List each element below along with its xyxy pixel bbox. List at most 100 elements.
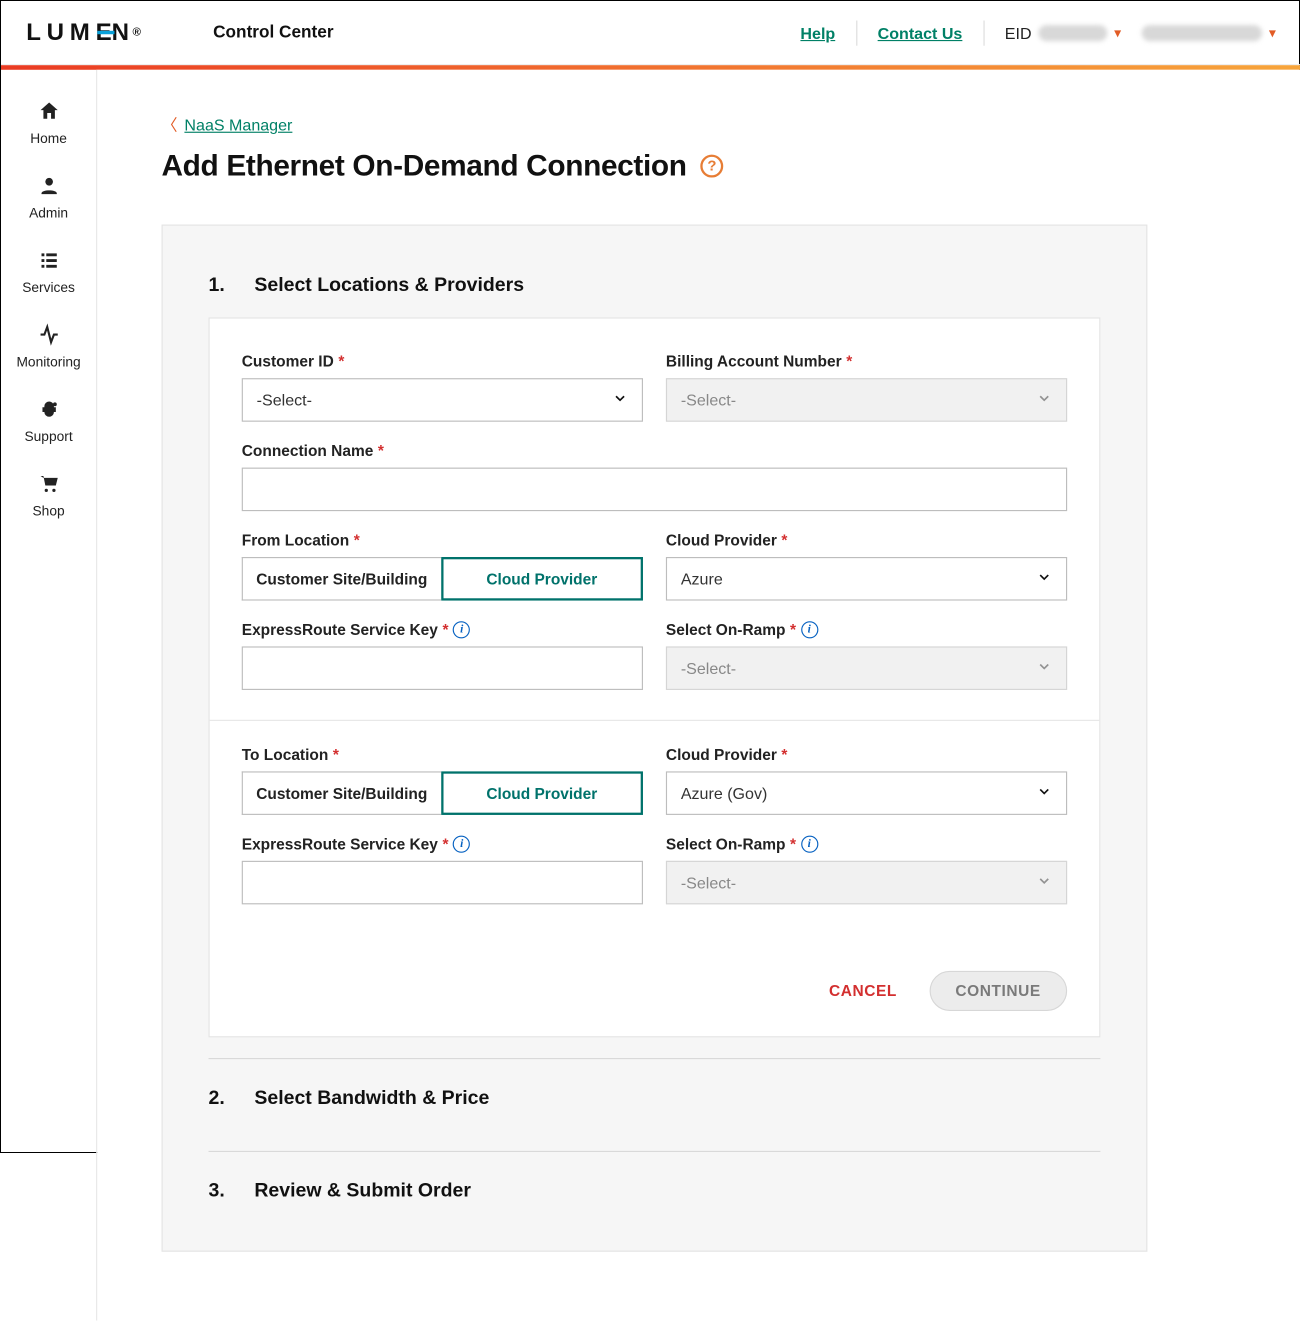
- section-divider: [210, 720, 1100, 721]
- to-location-cloud-button[interactable]: Cloud Provider: [441, 771, 643, 815]
- connection-name-input[interactable]: [257, 469, 1025, 510]
- nav-support-label: Support: [24, 429, 72, 445]
- to-provider-select[interactable]: Azure (Gov): [666, 771, 1067, 815]
- eid-value-redacted: [1038, 25, 1107, 41]
- required-marker: *: [846, 353, 852, 370]
- chevron-down-icon: [1036, 783, 1052, 802]
- eid-label: EID: [1005, 23, 1032, 41]
- required-marker: *: [442, 836, 448, 853]
- topbar: LUMEN® Control Center Help Contact Us EI…: [1, 1, 1300, 65]
- from-location-toggle: Customer Site/Building Cloud Provider: [242, 557, 643, 601]
- from-onramp-label: Select On-Ramp: [666, 621, 786, 638]
- nav-home-label: Home: [30, 131, 67, 147]
- from-key-input-wrap: [242, 646, 643, 690]
- field-to-onramp: Select On-Ramp * i -Select-: [666, 836, 1067, 905]
- nav-support[interactable]: Support: [1, 384, 96, 459]
- from-provider-select[interactable]: Azure: [666, 557, 1067, 601]
- to-provider-label: Cloud Provider: [666, 746, 777, 763]
- step1-title: Select Locations & Providers: [254, 274, 524, 297]
- nav-services[interactable]: Services: [1, 235, 96, 310]
- account-menu[interactable]: ▾: [1142, 25, 1276, 41]
- to-onramp-select[interactable]: -Select-: [666, 861, 1067, 905]
- to-location-site-button[interactable]: Customer Site/Building: [242, 771, 441, 815]
- customer-id-value: -Select-: [257, 391, 312, 409]
- cancel-button[interactable]: CANCEL: [829, 982, 897, 999]
- info-icon[interactable]: i: [453, 836, 470, 853]
- separator: [856, 20, 857, 45]
- chevron-down-icon: ▾: [1114, 25, 1121, 41]
- cart-icon: [37, 472, 60, 498]
- step1-panel: Customer ID * -Select-: [208, 317, 1100, 1037]
- contact-link[interactable]: Contact Us: [878, 23, 963, 41]
- field-customer-id: Customer ID * -Select-: [242, 353, 643, 422]
- required-marker: *: [442, 621, 448, 638]
- connection-name-input-wrap: [242, 468, 1067, 512]
- field-to-key: ExpressRoute Service Key * i: [242, 836, 643, 905]
- help-icon[interactable]: ?: [700, 154, 723, 177]
- info-icon[interactable]: i: [801, 621, 818, 638]
- to-provider-value: Azure (Gov): [681, 784, 768, 802]
- chevron-down-icon: ▾: [1269, 25, 1276, 41]
- to-onramp-label: Select On-Ramp: [666, 836, 786, 853]
- nav-monitoring-label: Monitoring: [16, 354, 80, 370]
- user-icon: [37, 174, 60, 200]
- nav-services-label: Services: [22, 280, 75, 296]
- field-ban: Billing Account Number * -Select-: [666, 353, 1067, 422]
- step1-header: 1. Select Locations & Providers: [208, 274, 1100, 318]
- to-key-input[interactable]: [257, 862, 601, 903]
- nav-monitoring[interactable]: Monitoring: [1, 309, 96, 384]
- nav-home[interactable]: Home: [1, 86, 96, 161]
- step3-header[interactable]: 3. Review & Submit Order: [208, 1151, 1100, 1223]
- required-marker: *: [354, 532, 360, 549]
- to-location-toggle: Customer Site/Building Cloud Provider: [242, 771, 643, 815]
- home-icon: [37, 100, 60, 126]
- breadcrumb-back[interactable]: NaaS Manager: [184, 116, 292, 134]
- from-onramp-value: -Select-: [681, 659, 736, 677]
- info-icon[interactable]: i: [453, 621, 470, 638]
- required-marker: *: [790, 621, 796, 638]
- chevron-down-icon: [1036, 873, 1052, 892]
- step3-num: 3.: [208, 1179, 224, 1202]
- field-to-location: To Location * Customer Site/Building Clo…: [242, 746, 643, 815]
- activity-icon: [37, 323, 60, 349]
- from-provider-label: Cloud Provider: [666, 532, 777, 549]
- brand-logo: LUMEN®: [26, 19, 146, 47]
- from-onramp-select[interactable]: -Select-: [666, 646, 1067, 690]
- from-location-site-button[interactable]: Customer Site/Building: [242, 557, 441, 601]
- step2-num: 2.: [208, 1087, 224, 1110]
- customer-id-select[interactable]: -Select-: [242, 378, 643, 422]
- step2-header[interactable]: 2. Select Bandwidth & Price: [208, 1058, 1100, 1130]
- step3-title: Review & Submit Order: [254, 1179, 471, 1202]
- sidenav: Home Admin Services Monitoring Support: [1, 70, 97, 1321]
- customer-id-label: Customer ID: [242, 353, 334, 370]
- app-title: Control Center: [213, 23, 333, 42]
- continue-button[interactable]: CONTINUE: [929, 971, 1067, 1011]
- support-icon: [37, 398, 60, 424]
- nav-shop-label: Shop: [33, 503, 65, 519]
- help-link[interactable]: Help: [800, 23, 835, 41]
- ban-label: Billing Account Number: [666, 353, 842, 370]
- field-from-location: From Location * Customer Site/Building C…: [242, 532, 643, 601]
- required-marker: *: [338, 353, 344, 370]
- connection-name-label: Connection Name: [242, 442, 374, 459]
- from-key-label: ExpressRoute Service Key: [242, 621, 438, 638]
- chevron-left-icon: 〈: [161, 113, 177, 136]
- nav-admin[interactable]: Admin: [1, 160, 96, 235]
- eid-menu[interactable]: EID ▾: [1005, 23, 1121, 41]
- ban-select[interactable]: -Select-: [666, 378, 1067, 422]
- from-key-input[interactable]: [257, 648, 601, 689]
- field-to-provider: Cloud Provider * Azure (Gov): [666, 746, 1067, 815]
- chevron-down-icon: [1036, 658, 1052, 677]
- field-from-key: ExpressRoute Service Key * i: [242, 621, 643, 690]
- nav-admin-label: Admin: [29, 205, 68, 221]
- required-marker: *: [781, 746, 787, 763]
- step2-title: Select Bandwidth & Price: [254, 1087, 489, 1110]
- info-icon[interactable]: i: [801, 836, 818, 853]
- required-marker: *: [333, 746, 339, 763]
- from-location-cloud-button[interactable]: Cloud Provider: [441, 557, 643, 601]
- nav-shop[interactable]: Shop: [1, 458, 96, 533]
- to-key-label: ExpressRoute Service Key: [242, 836, 438, 853]
- account-value-redacted: [1142, 25, 1262, 41]
- page-title: Add Ethernet On-Demand Connection: [161, 148, 686, 184]
- chevron-down-icon: [1036, 569, 1052, 588]
